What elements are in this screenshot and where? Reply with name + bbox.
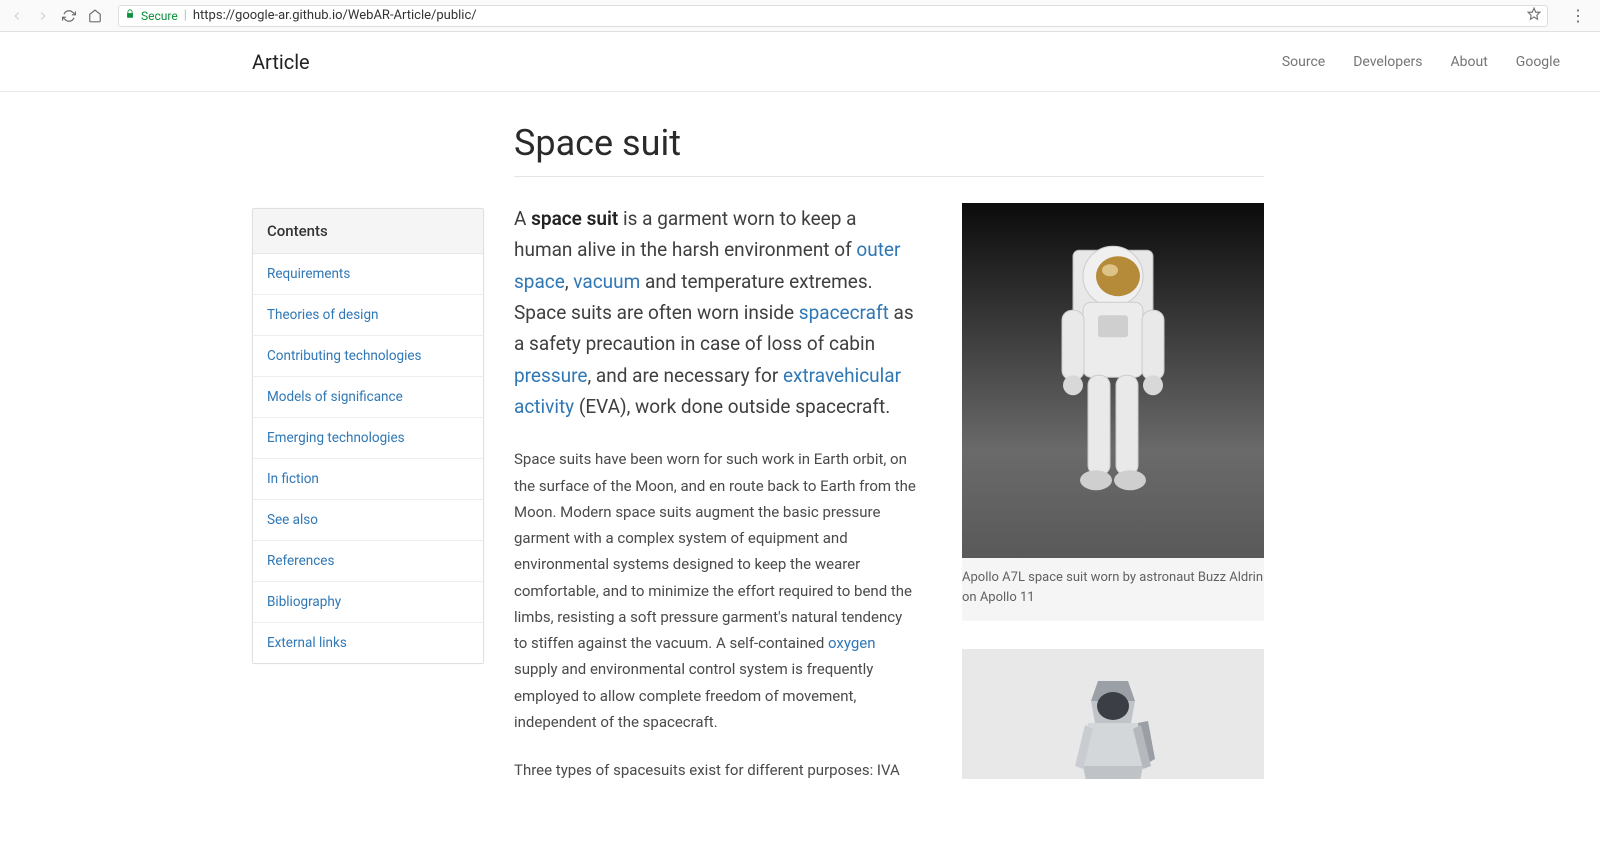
home-icon[interactable] (86, 7, 104, 25)
back-icon[interactable] (8, 7, 26, 25)
page-title: Space suit (514, 122, 1264, 177)
sidebar-item-emerging[interactable]: Emerging technologies (253, 418, 483, 459)
nav-link-google[interactable]: Google (1516, 54, 1560, 70)
secure-label: Secure (141, 9, 178, 23)
lock-icon (125, 9, 135, 22)
sidebar-item-models[interactable]: Models of significance (253, 377, 483, 418)
astronaut-3d-model[interactable] (962, 649, 1264, 779)
reload-icon[interactable] (60, 7, 78, 25)
bookmark-star-icon[interactable] (1527, 7, 1541, 25)
link-spacecraft[interactable]: spacecraft (799, 301, 889, 324)
link-vacuum[interactable]: vacuum (573, 270, 640, 293)
sidebar-item-fiction[interactable]: In fiction (253, 459, 483, 500)
browser-toolbar: Secure | https://google-ar.github.io/Web… (0, 0, 1600, 32)
site-header: Article Source Developers About Google (0, 32, 1600, 92)
figure-column: Apollo A7L space suit worn by astronaut … (962, 203, 1264, 807)
paragraph-3: Three types of spacesuits exist for diff… (514, 757, 918, 783)
paragraph-2: Space suits have been worn for such work… (514, 446, 918, 735)
article-body: Apollo A7L space suit worn by astronaut … (514, 203, 1264, 783)
figure-photo: Apollo A7L space suit worn by astronaut … (962, 203, 1264, 621)
link-oxygen[interactable]: oxygen (828, 634, 876, 652)
sidebar-item-requirements[interactable]: Requirements (253, 254, 483, 295)
sidebar-item-theories[interactable]: Theories of design (253, 295, 483, 336)
intro-paragraph: A space suit is a garment worn to keep a… (514, 203, 918, 422)
sidebar-item-references[interactable]: References (253, 541, 483, 582)
top-nav: Source Developers About Google (1282, 54, 1560, 70)
sidebar-item-contributing[interactable]: Contributing technologies (253, 336, 483, 377)
link-pressure[interactable]: pressure (514, 364, 587, 387)
page-body: Contents Requirements Theories of design… (0, 92, 1600, 807)
contents-sidebar: Contents Requirements Theories of design… (252, 208, 484, 664)
forward-icon[interactable] (34, 7, 52, 25)
figure-3d-model[interactable] (962, 649, 1264, 779)
astronaut-photo (962, 203, 1264, 558)
nav-link-about[interactable]: About (1451, 54, 1488, 70)
figure-caption: Apollo A7L space suit worn by astronaut … (962, 558, 1264, 621)
url-text: https://google-ar.github.io/WebAR-Articl… (193, 8, 477, 23)
nav-link-source[interactable]: Source (1282, 54, 1325, 70)
sidebar-item-external[interactable]: External links (253, 623, 483, 663)
body-paragraphs: Space suits have been worn for such work… (514, 446, 918, 783)
site-title: Article (252, 50, 310, 74)
bold-space-suit: space suit (531, 207, 618, 230)
browser-menu-icon[interactable]: ⋮ (1564, 6, 1592, 25)
address-bar[interactable]: Secure | https://google-ar.github.io/Web… (118, 5, 1548, 27)
nav-link-developers[interactable]: Developers (1353, 54, 1422, 70)
sidebar-item-bibliography[interactable]: Bibliography (253, 582, 483, 623)
contents-title: Contents (253, 209, 483, 254)
sidebar-item-seealso[interactable]: See also (253, 500, 483, 541)
main-column: Space suit (514, 122, 1274, 807)
